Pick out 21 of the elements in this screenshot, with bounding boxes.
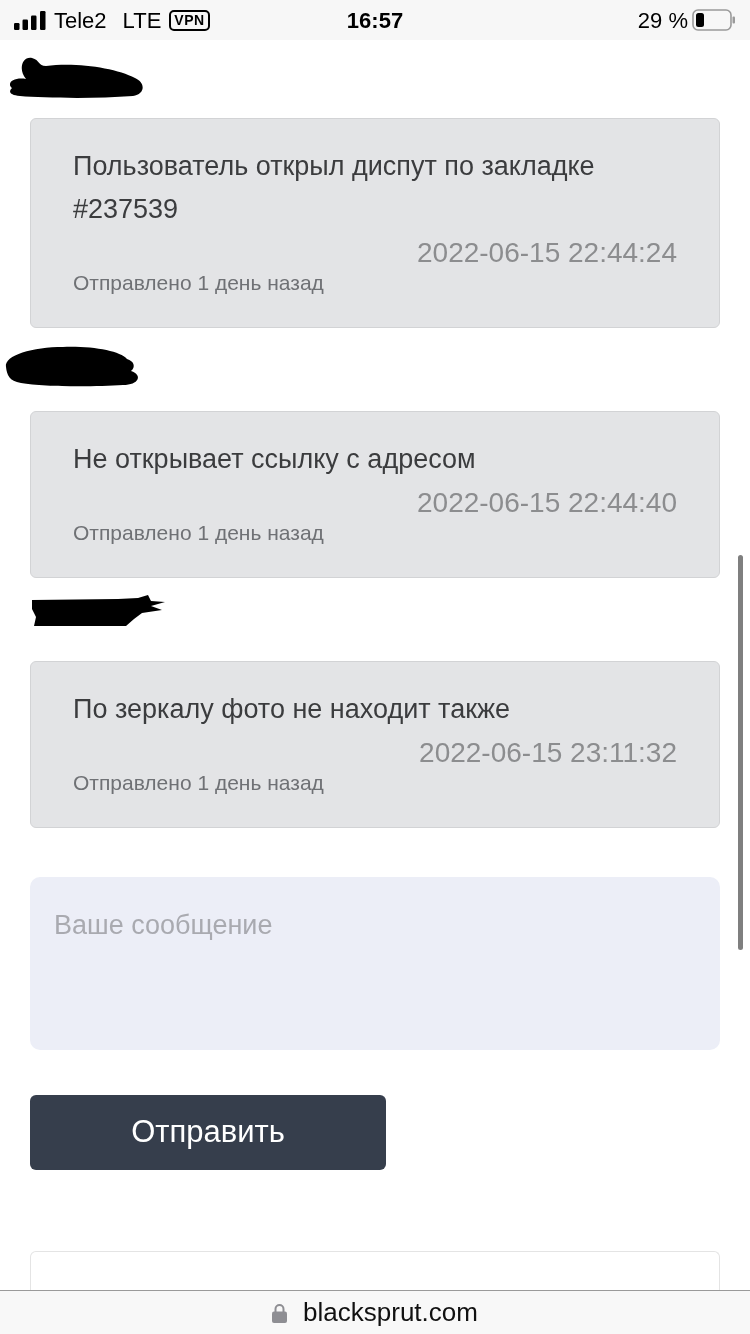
message-timestamp: 2022-06-15 22:44:40 [416, 486, 677, 520]
message-timestamp: 2022-06-15 23:11:32 [418, 736, 677, 770]
network-type: LTE [122, 6, 162, 35]
carrier-name: Tele2 [54, 6, 107, 35]
battery-icon [692, 9, 736, 31]
message-input[interactable]: Ваше сообщение [30, 877, 720, 1050]
send-button[interactable]: Отправить [30, 1095, 386, 1170]
message-text: По зеркалу фото не находит также [73, 693, 512, 726]
clock-time: 16:57 [346, 6, 404, 35]
message-timestamp: 2022-06-15 22:44:24 [416, 236, 677, 270]
lock-icon [272, 1302, 288, 1323]
vpn-indicator: VPN [169, 9, 210, 31]
sent-time-label: Отправлено 1 день назад [73, 520, 325, 545]
sent-time-label: Отправлено 1 день назад [73, 770, 325, 795]
signal-icon [14, 10, 46, 30]
address-bar[interactable]: blacksprut.com [0, 1290, 750, 1334]
sent-time-label: Отправлено 1 день назад [73, 270, 325, 295]
message-text: Пользователь открыл диспут по закладке #237539 [73, 150, 596, 226]
battery-percent: 29 % [637, 6, 688, 35]
url-text: blacksprut.com [303, 1296, 478, 1329]
message-text: Не открывает ссылку с адресом [73, 443, 477, 476]
